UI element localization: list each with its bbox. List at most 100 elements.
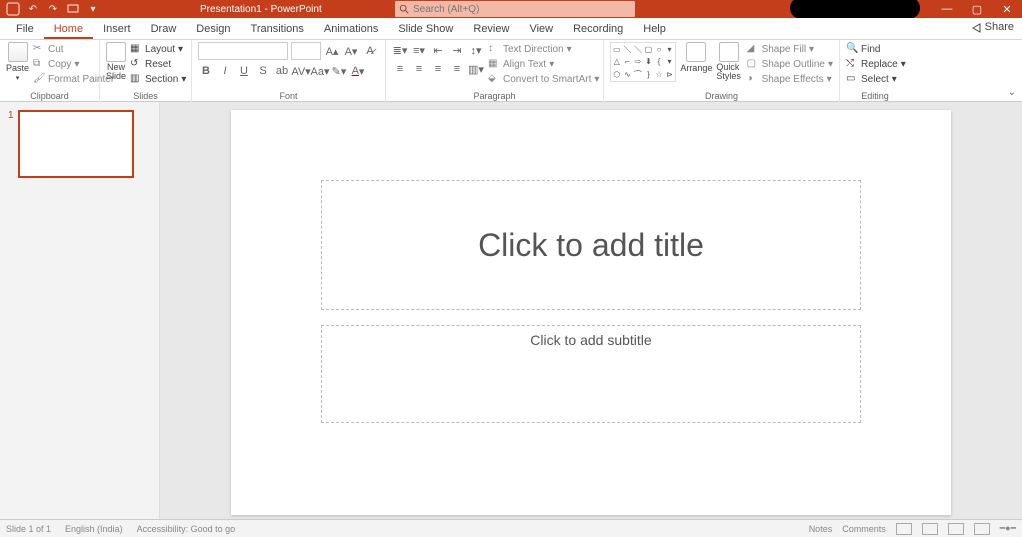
reading-view-button[interactable] [948, 523, 964, 535]
shape-line-icon[interactable]: ＼ [623, 44, 633, 55]
tab-design[interactable]: Design [186, 19, 240, 39]
numbering-button[interactable]: ≡▾ [411, 42, 427, 58]
shape-fill-button[interactable]: ◢Shape Fill ▾ [747, 42, 833, 56]
select-button[interactable]: ▭Select ▾ [846, 72, 906, 86]
new-slide-button[interactable]: New Slide [106, 42, 126, 81]
align-right-button[interactable]: ≡ [430, 61, 446, 77]
bullets-button[interactable]: ≣▾ [392, 42, 408, 58]
tab-help[interactable]: Help [633, 19, 676, 39]
section-button[interactable]: ▥Section ▾ [130, 72, 186, 86]
language-indicator[interactable]: English (India) [65, 524, 123, 534]
shape-arrow-icon[interactable]: ⇨ [633, 56, 643, 67]
indent-left-button[interactable]: ⇤ [430, 42, 446, 58]
shape-arc-icon[interactable]: ⬡ [612, 69, 622, 80]
tab-draw[interactable]: Draw [141, 19, 187, 39]
shape-free-icon[interactable]: ⌒ [633, 69, 643, 80]
font-family-input[interactable] [198, 42, 288, 60]
tab-view[interactable]: View [519, 19, 563, 39]
align-left-button[interactable]: ≡ [392, 61, 408, 77]
comments-button[interactable]: Comments [842, 524, 886, 534]
text-direction-button[interactable]: ↕Text Direction ▾ [488, 42, 599, 56]
slideshow-view-button[interactable] [974, 523, 990, 535]
bold-button[interactable]: B [198, 63, 214, 79]
spacing-button[interactable]: AV▾ [293, 63, 309, 79]
thumb-item[interactable]: 1 [8, 110, 151, 178]
increase-font-icon[interactable]: A▴ [324, 43, 340, 59]
shape-star-icon[interactable]: ⬇ [644, 56, 654, 67]
highlight-button[interactable]: ✎▾ [331, 63, 347, 79]
tab-slideshow[interactable]: Slide Show [388, 19, 463, 39]
tab-animations[interactable]: Animations [314, 19, 388, 39]
shadow-button[interactable]: ab [274, 63, 290, 79]
line-spacing-button[interactable]: ↕▾ [468, 42, 484, 58]
shape-expand-icon[interactable]: ⊳ [665, 69, 675, 80]
smartart-button[interactable]: ⬙Convert to SmartArt ▾ [488, 72, 599, 86]
search-box[interactable] [395, 1, 635, 17]
shapes-gallery[interactable]: ▭＼＼▢○▾ △⌐⇨⬇{▾ ⬡∿⌒}☆⊳ [610, 42, 676, 82]
shape-textbox-icon[interactable]: ▭ [612, 44, 622, 55]
layout-button[interactable]: ▦Layout ▾ [130, 42, 186, 56]
accessibility-indicator[interactable]: Accessibility: Good to go [137, 524, 236, 534]
maximize-button[interactable]: ▢ [962, 0, 992, 18]
align-text-button[interactable]: ▦Align Text ▾ [488, 57, 599, 71]
subtitle-placeholder[interactable]: Click to add subtitle [321, 325, 861, 423]
reset-button[interactable]: ↺Reset [130, 57, 186, 71]
tab-home[interactable]: Home [44, 19, 93, 39]
tab-insert[interactable]: Insert [93, 19, 141, 39]
slideshow-icon[interactable] [66, 2, 80, 16]
shape-scroll-icon[interactable]: ▾ [665, 56, 675, 67]
case-button[interactable]: Aa▾ [312, 63, 328, 79]
minimize-button[interactable]: — [932, 0, 962, 18]
replace-button[interactable]: ⤭Replace ▾ [846, 57, 906, 71]
font-size-input[interactable] [291, 42, 321, 60]
zoom-slider[interactable]: ━●━ [1000, 523, 1016, 534]
quick-styles-button[interactable]: Quick Styles [716, 42, 742, 81]
share-button[interactable]: Share [971, 21, 1014, 33]
italic-button[interactable]: I [217, 63, 233, 79]
shape-oval-icon[interactable]: ○ [654, 44, 664, 55]
slide-thumbnail[interactable] [18, 110, 134, 178]
tab-transitions[interactable]: Transitions [241, 19, 314, 39]
shape-rect-icon[interactable]: ▢ [644, 44, 654, 55]
shape-line2-icon[interactable]: ＼ [633, 44, 643, 55]
notes-button[interactable]: Notes [809, 524, 833, 534]
shape-connector-icon[interactable]: ⌐ [623, 56, 633, 67]
tab-recording[interactable]: Recording [563, 19, 633, 39]
autosave-icon[interactable] [6, 2, 20, 16]
font-color-button[interactable]: A▾ [350, 63, 366, 79]
align-center-button[interactable]: ≡ [411, 61, 427, 77]
clear-format-icon[interactable]: A̷ [362, 43, 378, 59]
tab-review[interactable]: Review [463, 19, 519, 39]
undo-icon[interactable]: ↶ [26, 2, 40, 16]
shape-more-icon[interactable]: ▾ [665, 44, 675, 55]
search-input[interactable] [413, 4, 613, 15]
shape-effects-button[interactable]: ◑Shape Effects ▾ [747, 72, 833, 86]
underline-button[interactable]: U [236, 63, 252, 79]
strike-button[interactable]: S [255, 63, 271, 79]
title-placeholder[interactable]: Click to add title [321, 180, 861, 310]
decrease-font-icon[interactable]: A▾ [343, 43, 359, 59]
paste-button[interactable]: Paste ▾ [6, 42, 29, 82]
collapse-ribbon-button[interactable]: ⌄ [1008, 87, 1016, 98]
sorter-view-button[interactable] [922, 523, 938, 535]
shape-outline-label: Shape Outline [762, 59, 825, 70]
shape-brace2-icon[interactable]: } [644, 69, 654, 80]
normal-view-button[interactable] [896, 523, 912, 535]
shape-curve-icon[interactable]: ∿ [623, 69, 633, 80]
ribbon-tabs: File Home Insert Draw Design Transitions… [0, 18, 1022, 40]
shape-star2-icon[interactable]: ☆ [654, 69, 664, 80]
indent-right-button[interactable]: ⇥ [449, 42, 465, 58]
tab-file[interactable]: File [6, 19, 44, 39]
qat-more-icon[interactable]: ▾ [86, 2, 100, 16]
shape-brace-icon[interactable]: { [654, 56, 664, 67]
redo-icon[interactable]: ↷ [46, 2, 60, 16]
shape-tri-icon[interactable]: △ [612, 56, 622, 67]
arrange-button[interactable]: Arrange [680, 42, 712, 73]
font-group-label: Font [198, 91, 379, 102]
justify-button[interactable]: ≡ [449, 61, 465, 77]
slide[interactable]: Click to add title Click to add subtitle [231, 110, 951, 515]
close-button[interactable]: ✕ [992, 0, 1022, 18]
find-button[interactable]: 🔍Find [846, 42, 906, 56]
shape-outline-button[interactable]: ▢Shape Outline ▾ [747, 57, 833, 71]
columns-button[interactable]: ▥▾ [468, 61, 484, 77]
